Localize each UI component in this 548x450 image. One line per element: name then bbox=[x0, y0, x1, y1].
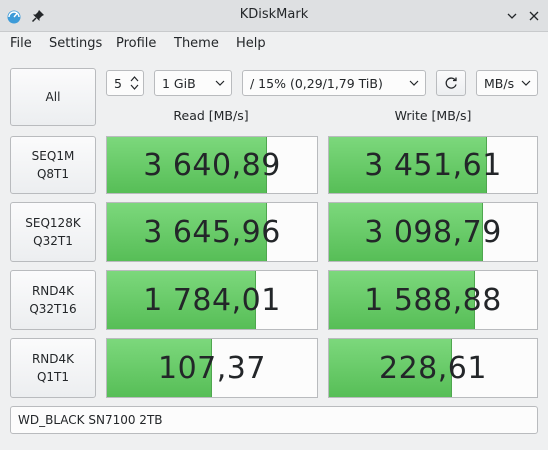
menu-bar: File Settings Profile Theme Help bbox=[0, 32, 548, 56]
write-value: 3 098,79 bbox=[364, 214, 502, 250]
runs-spinbox[interactable]: 5 bbox=[106, 70, 144, 96]
test-button-rnd4k-q32t16[interactable]: RND4K Q32T16 bbox=[10, 270, 96, 330]
run-all-label: All bbox=[45, 90, 61, 104]
write-value: 228,61 bbox=[379, 350, 487, 386]
write-value: 1 588,88 bbox=[364, 282, 502, 318]
read-value: 1 784,01 bbox=[143, 282, 281, 318]
runs-value: 5 bbox=[114, 76, 122, 91]
pin-icon[interactable] bbox=[30, 8, 46, 24]
write-value: 3 451,61 bbox=[364, 147, 502, 183]
test-button-seq1m-q8t1[interactable]: SEQ1M Q8T1 bbox=[10, 136, 96, 194]
read-value: 107,37 bbox=[158, 350, 266, 386]
menu-help[interactable]: Help bbox=[236, 36, 266, 51]
test-label-line2: Q8T1 bbox=[36, 167, 70, 181]
target-drive-value: / 15% (0,29/1,79 TiB) bbox=[250, 75, 383, 91]
test-label-line2: Q32T1 bbox=[33, 234, 73, 248]
menu-settings[interactable]: Settings bbox=[49, 36, 102, 51]
read-result-rnd4k-q1t1: 107,37 bbox=[106, 338, 318, 398]
write-column-header: Write [MB/s] bbox=[394, 108, 472, 123]
minimize-chevron-icon[interactable] bbox=[504, 8, 520, 24]
menu-file[interactable]: File bbox=[10, 36, 32, 51]
target-drive-select[interactable]: / 15% (0,29/1,79 TiB) bbox=[242, 70, 426, 96]
window-title: KDiskMark bbox=[239, 7, 309, 22]
read-column-header: Read [MB/s] bbox=[173, 108, 249, 123]
read-value: 3 645,96 bbox=[143, 214, 281, 250]
read-result-rnd4k-q32t16: 1 784,01 bbox=[106, 270, 318, 330]
close-icon[interactable] bbox=[526, 8, 542, 24]
chevron-down-icon bbox=[409, 80, 419, 86]
units-select[interactable]: MB/s bbox=[476, 70, 538, 96]
kdiskmark-app-icon bbox=[7, 10, 21, 24]
test-label-line1: SEQ128K bbox=[25, 216, 81, 230]
refresh-icon bbox=[445, 77, 457, 89]
test-button-seq128k-q32t1[interactable]: SEQ128K Q32T1 bbox=[10, 202, 96, 262]
read-result-seq128k: 3 645,96 bbox=[106, 202, 318, 262]
units-value: MB/s bbox=[484, 75, 515, 91]
title-bar[interactable]: KDiskMark bbox=[0, 0, 548, 32]
test-label-line1: SEQ1M bbox=[31, 149, 75, 163]
comment-value: WD_BLACK SN7100 2TB bbox=[18, 413, 163, 427]
test-button-rnd4k-q1t1[interactable]: RND4K Q1T1 bbox=[10, 338, 96, 398]
read-value: 3 640,89 bbox=[143, 147, 281, 183]
read-result-seq1m: 3 640,89 bbox=[106, 136, 318, 194]
run-all-button[interactable]: All bbox=[10, 68, 96, 126]
test-label-line1: RND4K bbox=[31, 352, 75, 366]
write-result-seq1m: 3 451,61 bbox=[328, 136, 538, 194]
chevron-down-icon bbox=[521, 80, 531, 86]
comment-input[interactable]: WD_BLACK SN7100 2TB bbox=[10, 406, 538, 434]
test-label-line2: Q32T16 bbox=[29, 302, 77, 316]
spin-arrows-icon[interactable] bbox=[129, 73, 140, 93]
test-label-line1: RND4K bbox=[31, 284, 75, 298]
chevron-down-icon bbox=[215, 80, 225, 86]
write-result-rnd4k-q1t1: 228,61 bbox=[328, 338, 538, 398]
refresh-button[interactable] bbox=[436, 70, 466, 96]
test-size-select[interactable]: 1 GiB bbox=[154, 70, 232, 96]
menu-theme[interactable]: Theme bbox=[174, 36, 219, 51]
test-label-line2: Q1T1 bbox=[36, 370, 70, 384]
write-result-rnd4k-q32t16: 1 588,88 bbox=[328, 270, 538, 330]
test-size-value: 1 GiB bbox=[162, 75, 196, 91]
menu-profile[interactable]: Profile bbox=[116, 36, 156, 51]
write-result-seq128k: 3 098,79 bbox=[328, 202, 538, 262]
